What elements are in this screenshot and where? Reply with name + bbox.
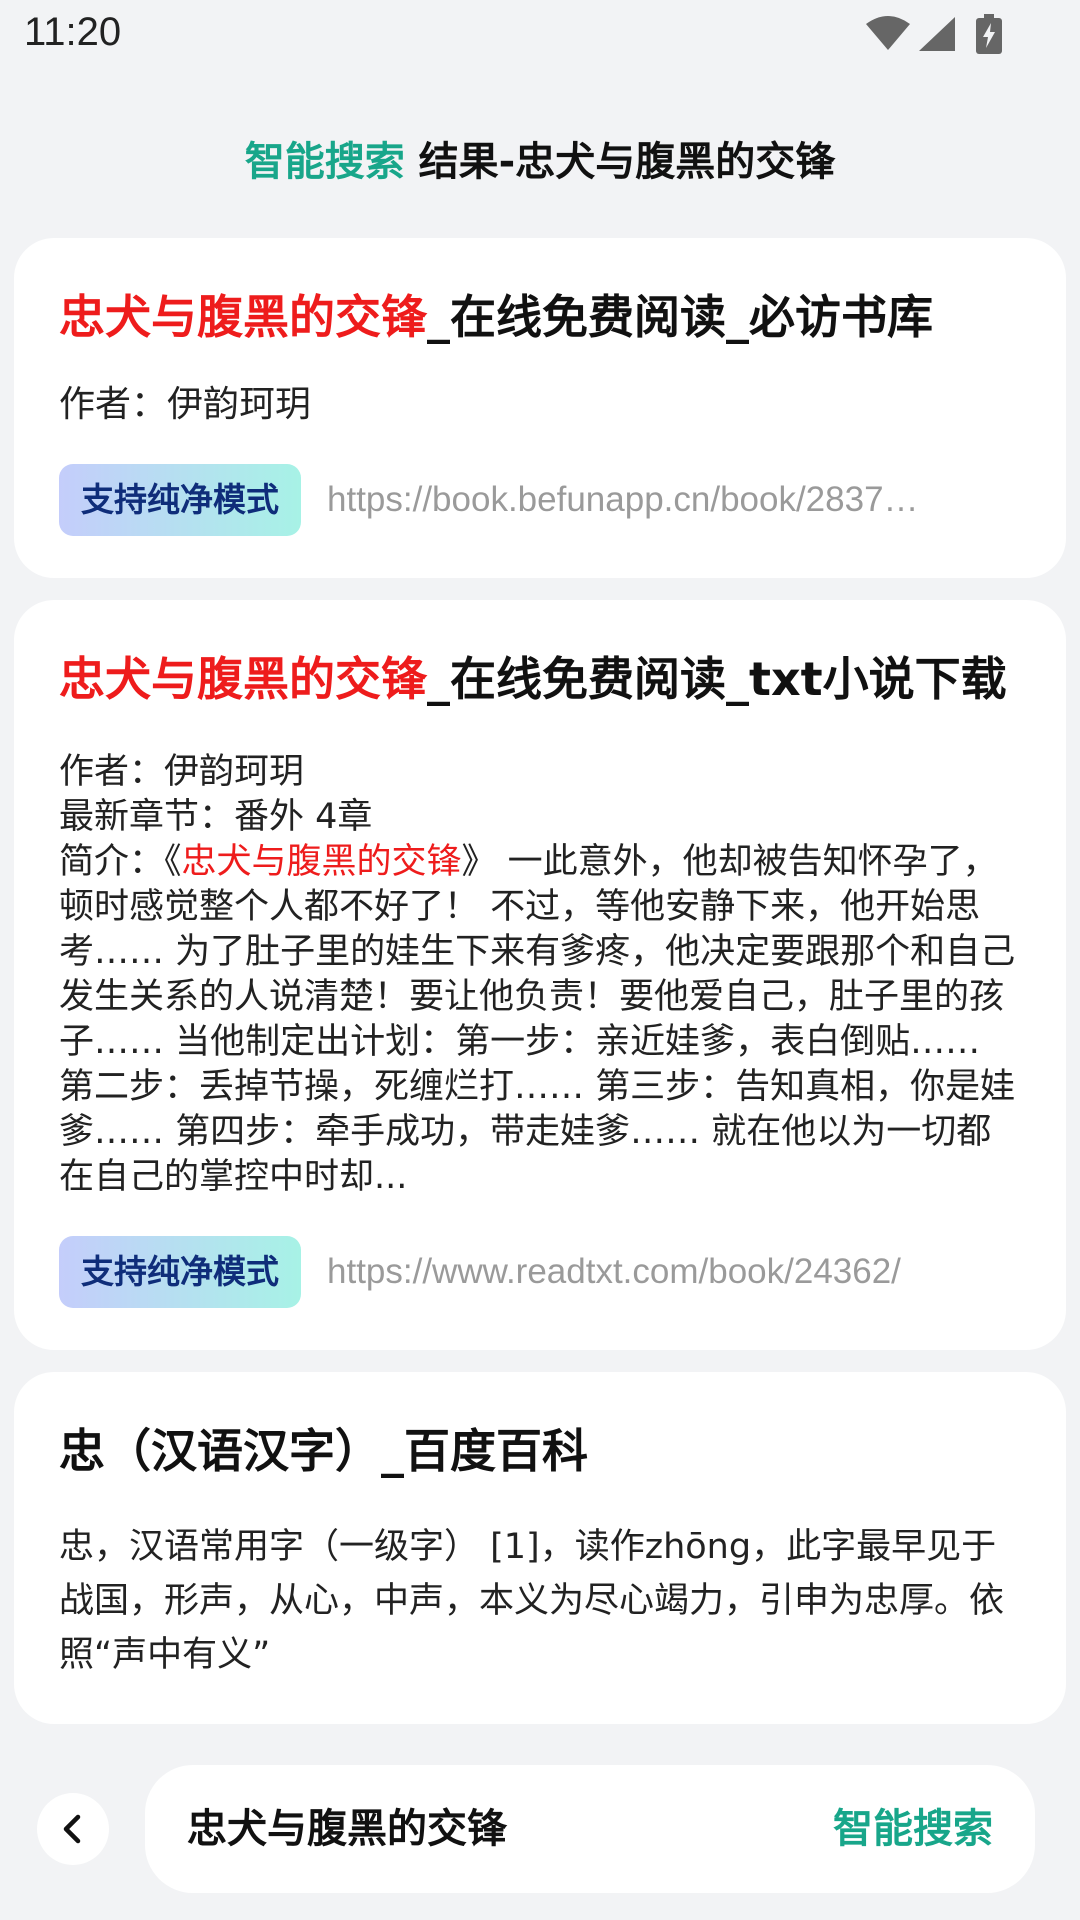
result-author: 作者：伊韵珂玥 bbox=[59, 752, 305, 792]
result-latest-chapter: 最新章节：番外 4章 bbox=[59, 797, 373, 837]
result-link-row: 支持纯净模式 https://www.readtxt.com/book/2436… bbox=[59, 1236, 1020, 1308]
result-title-highlight: 忠犬与腹黑的交锋 bbox=[59, 290, 427, 344]
result-card[interactable]: 忠犬与腹黑的交锋_在线免费阅读_txt小说下载 作者：伊韵珂玥 最新章节：番外 … bbox=[14, 600, 1066, 1350]
result-title[interactable]: 忠犬与腹黑的交锋_在线免费阅读_必访书库 bbox=[59, 282, 1020, 352]
result-card[interactable]: 忠犬与腹黑的交锋_在线免费阅读_必访书库 作者：伊韵珂玥 支持纯净模式 http… bbox=[14, 238, 1066, 578]
page-title-text: 结果-忠犬与腹黑的交锋 bbox=[404, 139, 836, 185]
search-query[interactable]: 忠犬与腹黑的交锋 bbox=[187, 1801, 507, 1857]
results-list[interactable]: 忠犬与腹黑的交锋_在线免费阅读_必访书库 作者：伊韵珂玥 支持纯净模式 http… bbox=[14, 238, 1066, 1738]
result-title[interactable]: 忠犬与腹黑的交锋_在线免费阅读_txt小说下载 bbox=[59, 644, 1020, 714]
result-card[interactable]: 忠（汉语汉字）_百度百科 忠，汉语常用字（一级字） [1]，读作zhōng，此字… bbox=[14, 1372, 1066, 1724]
screen: 11:20 智能搜索 结果-忠犬与腹黑的交锋 忠犬与腹黑的交锋_在线免费阅读_必… bbox=[0, 0, 1080, 1920]
intro-prefix: 简介：《 bbox=[59, 842, 182, 882]
pure-mode-badge[interactable]: 支持纯净模式 bbox=[59, 464, 301, 536]
result-author: 作者：伊韵珂玥 bbox=[59, 384, 312, 425]
result-snippet: 忠，汉语常用字（一级字） [1]，读作zhōng，此字最早见于战国，形声，从心，… bbox=[59, 1527, 1005, 1675]
chevron-left-icon bbox=[63, 1814, 81, 1844]
back-button[interactable] bbox=[37, 1793, 109, 1865]
pure-mode-badge[interactable]: 支持纯净模式 bbox=[59, 1236, 301, 1308]
wifi-icon bbox=[865, 16, 910, 50]
result-title-rest: _在线免费阅读_txt小说下载 bbox=[427, 652, 1007, 706]
status-bar: 11:20 bbox=[0, 0, 1080, 70]
intro-text: 》 一此意外，他却被告知怀孕了，顿时感觉整个人都不好了！ 不过，等他安静下来，他… bbox=[59, 842, 1016, 1197]
intro-highlight: 忠犬与腹黑的交锋 bbox=[181, 842, 462, 882]
page-title: 智能搜索 结果-忠犬与腹黑的交锋 bbox=[0, 134, 1080, 190]
result-url[interactable]: https://book.befunapp.cn/book/2837… bbox=[327, 480, 1020, 520]
result-intro: 简介：《忠犬与腹黑的交锋》 一此意外，他却被告知怀孕了，顿时感觉整个人都不好了！… bbox=[59, 840, 1020, 1200]
result-title-rest: _在线免费阅读_必访书库 bbox=[427, 290, 933, 344]
result-title-highlight: 忠犬与腹黑的交锋 bbox=[59, 652, 427, 706]
status-time: 11:20 bbox=[24, 10, 122, 54]
result-title[interactable]: 忠（汉语汉字）_百度百科 bbox=[59, 1416, 1020, 1486]
result-url[interactable]: https://www.readtxt.com/book/24362/ bbox=[327, 1252, 1020, 1292]
status-icons bbox=[865, 14, 1002, 54]
smart-search-button[interactable]: 智能搜索 bbox=[833, 1801, 993, 1857]
cellular-signal-icon bbox=[918, 17, 955, 51]
search-box[interactable]: 忠犬与腹黑的交锋 智能搜索 bbox=[145, 1765, 1035, 1893]
result-details: 作者：伊韵珂玥 最新章节：番外 4章 简介：《忠犬与腹黑的交锋》 一此意外，他却… bbox=[59, 750, 1020, 1200]
battery-charging-icon bbox=[976, 14, 1002, 54]
page-title-accent: 智能搜索 bbox=[244, 139, 405, 185]
result-link-row: 支持纯净模式 https://book.befunapp.cn/book/283… bbox=[59, 464, 1020, 536]
